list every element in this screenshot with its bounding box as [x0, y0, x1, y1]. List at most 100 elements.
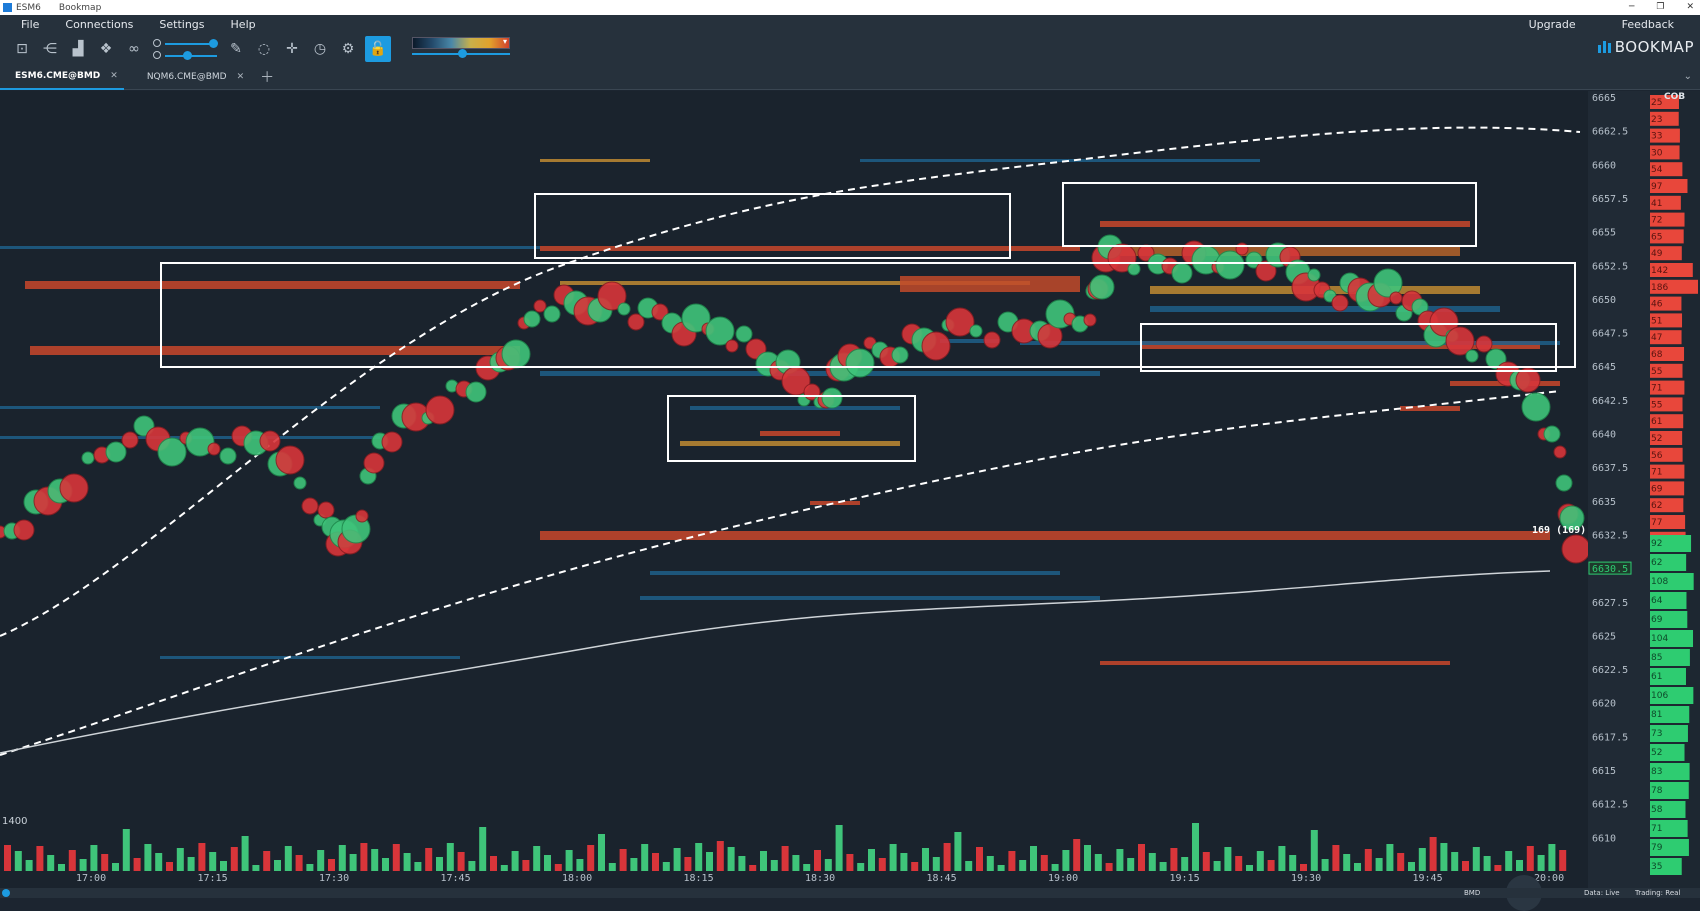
- volume-bar: [1472, 847, 1480, 871]
- volume-bar: [500, 865, 508, 871]
- link-icon[interactable]: ∞: [123, 38, 145, 60]
- sell-trade-bubble: [317, 501, 335, 519]
- pencil-icon[interactable]: ✎: [225, 38, 247, 60]
- sell-trade-bubble: [627, 313, 645, 331]
- cob-ask-size: 56: [1651, 451, 1663, 461]
- cob-bid-size: 35: [1651, 862, 1662, 872]
- volume-bar: [220, 861, 227, 871]
- buy-trade-bubble: [845, 348, 875, 378]
- cob-bid-size: 92: [1651, 539, 1662, 549]
- tab-nqm6[interactable]: NQM6.CME@BMD ✕: [132, 65, 250, 90]
- cob-label: COB: [1664, 92, 1685, 102]
- share-icon[interactable]: ⋲: [39, 38, 61, 60]
- cob-bid-size: 108: [1651, 577, 1668, 587]
- volume-bar: [241, 836, 249, 871]
- volume-bar: [1548, 844, 1556, 871]
- volume-bar: [1040, 855, 1048, 871]
- sell-trade-bubble: [725, 339, 739, 353]
- volume-bar: [479, 827, 487, 871]
- minimize-button[interactable]: ─: [1629, 0, 1634, 15]
- volume-bar: [932, 857, 940, 871]
- app-icon: [3, 3, 12, 12]
- chat-icon[interactable]: ◌: [253, 38, 275, 60]
- volume-bar: [122, 829, 130, 871]
- cob-ask-size: 62: [1651, 501, 1662, 511]
- volume-bar: [749, 865, 757, 871]
- volume-bar: [1451, 852, 1459, 871]
- settings-icon[interactable]: ⚙: [337, 38, 359, 60]
- liquidity-streak: [900, 276, 1080, 292]
- volume-bar: [155, 853, 163, 871]
- volume-bar: [1483, 856, 1491, 871]
- volume-bar: [1192, 823, 1199, 871]
- volume-bar: [619, 849, 627, 871]
- heatmap-palette-selector[interactable]: ▾: [412, 37, 510, 49]
- volume-bar: [846, 854, 854, 871]
- volume-bar: [1148, 853, 1156, 871]
- price-tick: 6665: [1592, 93, 1616, 104]
- crosshair-icon[interactable]: ✛: [281, 38, 303, 60]
- volume-bar: [1256, 851, 1264, 871]
- lock-icon[interactable]: 🔓: [365, 36, 391, 62]
- time-tick: 17:30: [319, 873, 349, 884]
- liquidity-streak: [540, 371, 1100, 376]
- upgrade-link[interactable]: Upgrade: [1529, 18, 1576, 31]
- price-tick: 6627.5: [1592, 598, 1628, 609]
- info-icon[interactable]: [2, 889, 10, 897]
- add-tab-button[interactable]: ＋: [250, 65, 284, 90]
- heatmap-contrast-slider[interactable]: [412, 49, 510, 58]
- heatmap-chart[interactable]: 6665 6662.5 6660 6657.5 6655 6652.5 6650 6647.5…: [0, 91, 1700, 911]
- price-tick: 6642.5: [1592, 396, 1628, 407]
- volume-bar: [1019, 860, 1027, 871]
- volume-bar: [1494, 865, 1502, 871]
- volume-bar: [792, 855, 800, 871]
- cob-ask-size: 54: [1651, 165, 1663, 175]
- volume-bar: [1462, 861, 1469, 871]
- sell-trade-bubble: [363, 452, 385, 474]
- volume-bar: [662, 862, 670, 871]
- time-tick: 17:00: [76, 873, 106, 884]
- menu-file[interactable]: File: [21, 18, 39, 31]
- time-tick: 17:45: [441, 873, 471, 884]
- close-icon[interactable]: ✕: [237, 72, 245, 82]
- indicators-icon[interactable]: ▟: [67, 38, 89, 60]
- cob-ask-size: 51: [1651, 316, 1662, 326]
- cob-ask-size: 30: [1651, 148, 1663, 158]
- addons-icon[interactable]: ❖: [95, 38, 117, 60]
- cob-ask-size: 33: [1651, 132, 1662, 142]
- menu-settings[interactable]: Settings: [159, 18, 204, 31]
- maximize-button[interactable]: ❐: [1656, 0, 1664, 15]
- volume-bar: [1364, 849, 1372, 871]
- timer-icon[interactable]: ◷: [309, 38, 331, 60]
- price-tick: 6612.5: [1592, 800, 1628, 811]
- volume-bar: [533, 846, 541, 871]
- close-button[interactable]: ✕: [1686, 0, 1694, 15]
- heatmap-svg[interactable]: 6665 6662.5 6660 6657.5 6655 6652.5 6650 6647.5…: [0, 91, 1700, 888]
- status-bar: BMD Data: Live Trading: Real: [0, 888, 1700, 898]
- buy-trade-bubble: [1089, 274, 1115, 300]
- title-bar: ESM6 Bookmap ─ ❐ ✕: [0, 0, 1700, 15]
- volume-bar: [695, 843, 703, 871]
- menu-connections[interactable]: Connections: [65, 18, 133, 31]
- price-tick: 6660: [1592, 160, 1616, 171]
- toolbar: ⊡ ⋲ ▟ ❖ ∞ ✎ ◌ ✛ ◷ ⚙ 🔓 ▾ BOOKMAP: [0, 33, 1700, 65]
- chevron-down-icon[interactable]: ⌄: [1684, 71, 1692, 82]
- liquidity-streak: [25, 281, 520, 289]
- tab-nqm6-label: NQM6.CME@BMD: [146, 72, 227, 82]
- volume-bar: [144, 844, 152, 871]
- cob-bid-size: 52: [1651, 748, 1662, 758]
- volume-bar: [4, 845, 11, 871]
- close-icon[interactable]: ✕: [110, 71, 118, 81]
- menu-help[interactable]: Help: [231, 18, 256, 31]
- price-tick: 6610: [1592, 833, 1616, 844]
- volume-bar: [598, 834, 605, 871]
- tab-esm6[interactable]: ESM6.CME@BMD ✕: [0, 65, 124, 90]
- feedback-link[interactable]: Feedback: [1622, 18, 1674, 31]
- sell-trade-bubble: [259, 430, 281, 452]
- zoom-sliders[interactable]: [153, 36, 219, 62]
- screenshot-icon[interactable]: ⊡: [11, 38, 33, 60]
- status-data: Data: Live: [1584, 889, 1620, 897]
- time-tick: 18:30: [805, 873, 835, 884]
- volume-bar: [1408, 862, 1415, 871]
- volume-bar: [1094, 854, 1102, 871]
